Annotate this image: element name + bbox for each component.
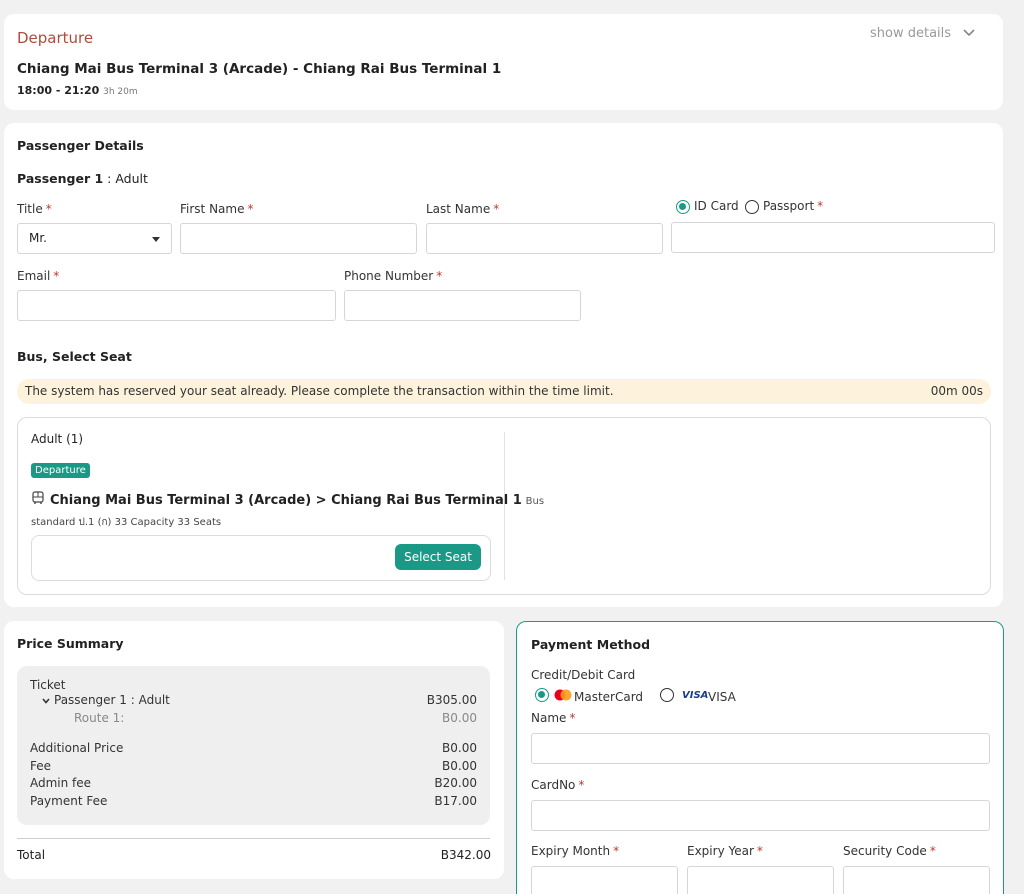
title-select[interactable]: Mr.	[17, 223, 172, 254]
security-code-input[interactable]	[843, 866, 990, 894]
chevron-down-icon	[42, 698, 50, 704]
id-card-radio[interactable]	[676, 200, 690, 214]
bus-icon	[32, 491, 44, 504]
route-price-row: Route 1: B0.00	[30, 711, 477, 725]
notice-text: The system has reserved your seat alread…	[25, 384, 614, 398]
mastercard-label: MasterCard	[574, 690, 644, 704]
passenger-heading: Passenger 1 : Adult	[17, 171, 148, 186]
passport-label: Passport *	[763, 199, 824, 213]
departure-badge: Departure	[31, 463, 90, 478]
phone-input[interactable]	[344, 290, 581, 321]
seat-route: Chiang Mai Bus Terminal 3 (Arcade) > Chi…	[50, 493, 522, 508]
total-value: B342.00	[440, 848, 491, 862]
first-name-input[interactable]	[180, 223, 417, 254]
payment-method-card: Payment Method Credit/Debit Card MasterC…	[516, 621, 1004, 894]
passenger-number: Passenger 1	[17, 171, 104, 186]
last-name-label: Last Name *	[426, 202, 500, 216]
mastercard-radio[interactable]	[535, 688, 549, 702]
card-number-label: CardNo *	[531, 778, 585, 792]
departure-heading: Departure	[17, 29, 94, 47]
fee-row: Fee B0.00	[30, 759, 477, 773]
price-section-title: Price Summary	[17, 636, 124, 651]
card-number-input[interactable]	[531, 800, 990, 831]
select-seat-button[interactable]: Select Seat	[395, 544, 481, 570]
chevron-down-icon	[963, 29, 975, 37]
last-name-input[interactable]	[426, 223, 663, 254]
bus-detail: standard ป.1 (ก) 33 Capacity 33 Seats	[31, 517, 222, 528]
route-price-value: B0.00	[442, 711, 477, 725]
seat-panel: Adult (1) Departure Chiang Mai Bus Termi…	[17, 417, 991, 595]
additional-price-row: Additional Price B0.00	[30, 741, 477, 755]
total-divider	[17, 838, 490, 839]
additional-price-label: Additional Price	[30, 741, 124, 755]
payment-fee-value: B17.00	[434, 794, 477, 808]
expiry-year-label: Expiry Year *	[687, 844, 763, 858]
title-value: Mr.	[29, 231, 47, 245]
route-price-label: Route 1:	[74, 711, 125, 725]
payment-fee-row: Payment Fee B17.00	[30, 794, 477, 808]
expiry-month-input[interactable]	[531, 866, 678, 894]
reservation-notice: The system has reserved your seat alread…	[17, 379, 991, 404]
id-number-input[interactable]	[671, 222, 995, 253]
departure-card: Departure show details Chiang Mai Bus Te…	[4, 14, 1003, 110]
show-details-toggle[interactable]: show details	[870, 26, 975, 41]
seat-select-box: Select Seat	[31, 535, 491, 581]
passport-radio[interactable]	[745, 200, 759, 214]
passenger-price-row[interactable]: Passenger 1 : Adult B305.00	[30, 693, 477, 707]
seat-section-title: Bus, Select Seat	[17, 349, 132, 364]
card-type-label: Credit/Debit Card	[531, 668, 636, 682]
security-code-label: Security Code *	[843, 844, 936, 858]
visa-icon: VISA	[682, 690, 709, 701]
trip-time: 18:00 - 21:20 3h 20m	[17, 83, 138, 97]
price-breakdown: Ticket Passenger 1 : Adult B305.00 Route…	[17, 666, 490, 825]
admin-fee-label: Admin fee	[30, 776, 92, 790]
passenger-section-title: Passenger Details	[17, 138, 144, 153]
time-range: 18:00 - 21:20	[17, 84, 100, 97]
title-label: Title *	[17, 202, 52, 216]
passenger-type: : Adult	[103, 171, 148, 186]
additional-price-value: B0.00	[442, 741, 477, 755]
trip-duration: 3h 20m	[103, 87, 138, 97]
phone-label: Phone Number *	[344, 269, 443, 283]
fee-label: Fee	[30, 759, 52, 773]
admin-fee-row: Admin fee B20.00	[30, 776, 477, 790]
payment-section-title: Payment Method	[531, 637, 651, 652]
email-input[interactable]	[17, 290, 336, 321]
card-name-input[interactable]	[531, 733, 990, 764]
passenger-price-label: Passenger 1 : Adult	[54, 693, 170, 707]
show-details-label: show details	[870, 26, 952, 41]
mastercard-icon	[554, 689, 572, 701]
expiry-month-label: Expiry Month *	[531, 844, 620, 858]
total-label: Total	[17, 848, 46, 862]
fee-value: B0.00	[442, 759, 477, 773]
countdown-timer: 00m 00s	[930, 384, 983, 398]
card-name-label: Name *	[531, 711, 576, 725]
visa-radio[interactable]	[660, 688, 674, 702]
price-summary-card: Price Summary Ticket Passenger 1 : Adult…	[4, 621, 504, 879]
email-label: Email *	[17, 269, 60, 283]
seat-route-line: Chiang Mai Bus Terminal 3 (Arcade) > Chi…	[50, 493, 544, 508]
id-card-label: ID Card	[694, 199, 739, 213]
expiry-year-input[interactable]	[687, 866, 834, 894]
first-name-label: First Name *	[180, 202, 254, 216]
passenger-card: Passenger Details Passenger 1 : Adult Ti…	[4, 123, 1003, 607]
bus-label: Bus	[525, 496, 545, 507]
payment-fee-label: Payment Fee	[30, 794, 108, 808]
passenger-price-value: B305.00	[426, 693, 477, 707]
visa-label: VISA	[708, 690, 736, 704]
adult-count: Adult (1)	[31, 432, 84, 446]
route-title: Chiang Mai Bus Terminal 3 (Arcade) - Chi…	[17, 61, 502, 77]
admin-fee-value: B20.00	[434, 776, 477, 790]
caret-down-icon	[152, 237, 160, 242]
ticket-label: Ticket	[30, 678, 66, 692]
